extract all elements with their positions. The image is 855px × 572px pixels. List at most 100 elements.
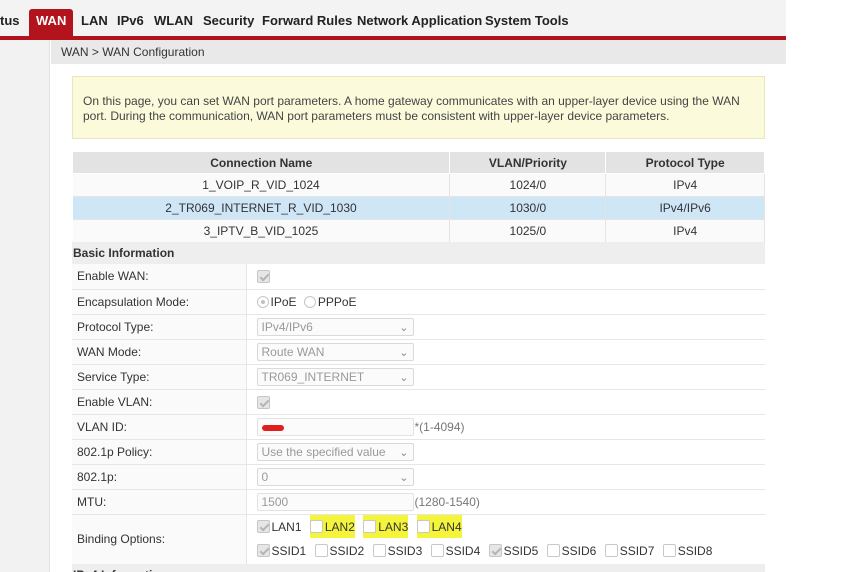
ssid1-option[interactable]: SSID1	[256, 539, 307, 562]
ssid8-label: SSID8	[677, 543, 713, 558]
breadcrumb: WAN > WAN Configuration	[51, 40, 786, 64]
cell-vlan-priority: 1024/0	[449, 173, 607, 197]
wan-mode-label: WAN Mode:	[72, 339, 247, 365]
chevron-down-icon: ⌄	[399, 446, 409, 459]
form-row-service-type: Service Type: TR069_INTERNET ⌄	[72, 364, 765, 390]
vlan-id-label: VLAN ID:	[72, 414, 247, 440]
table-row[interactable]: 1_VOIP_R_VID_1024 1024/0 IPv4	[72, 173, 765, 197]
nav-lan[interactable]: LAN	[81, 13, 108, 28]
lan2-label: LAN2	[324, 519, 355, 534]
right-blank-area	[786, 0, 855, 572]
wan-mode-select[interactable]: Route WAN ⌄	[256, 342, 414, 361]
lan1-option[interactable]: LAN1	[256, 515, 302, 538]
ssid3-label: SSID3	[387, 543, 423, 558]
left-sidebar	[0, 40, 50, 572]
8021p-select[interactable]: 0 ⌄	[256, 467, 414, 486]
cell-connection-name: 2_TR069_INTERNET_R_VID_1030	[72, 196, 451, 220]
ssid7-checkbox[interactable]	[604, 544, 618, 558]
info-box: On this page, you can set WAN port param…	[72, 76, 765, 139]
ssid5-checkbox[interactable]	[488, 544, 502, 558]
service-type-value: TR069_INTERNET	[261, 369, 365, 384]
mtu-input[interactable]: 1500	[256, 492, 414, 511]
vlan-id-hint: *(1-4094)	[414, 419, 465, 434]
nav-wan[interactable]: WAN	[29, 9, 74, 40]
ssid6-option[interactable]: SSID6	[546, 539, 597, 562]
ssid4-checkbox[interactable]	[430, 544, 444, 558]
basic-information-form: Enable WAN: Encapsulation Mode: IPoE PPP…	[72, 264, 765, 565]
header-vlan-priority: VLAN/Priority	[449, 151, 607, 174]
chevron-down-icon: ⌄	[399, 346, 409, 359]
lan4-label: LAN4	[431, 519, 462, 534]
ipoe-label: IPoE	[270, 294, 297, 309]
ssid8-checkbox[interactable]	[662, 544, 676, 558]
protocol-type-select[interactable]: IPv4/IPv6 ⌄	[256, 317, 414, 336]
lan3-label: LAN3	[378, 519, 409, 534]
cell-vlan-priority: 1030/0	[449, 196, 607, 220]
form-row-protocol-type: Protocol Type: IPv4/IPv6 ⌄	[72, 314, 765, 340]
nav-status[interactable]: tus	[0, 13, 20, 28]
chevron-down-icon: ⌄	[399, 371, 409, 384]
lan1-checkbox[interactable]	[256, 520, 270, 534]
ssid2-checkbox[interactable]	[314, 544, 328, 558]
connection-table: Connection Name VLAN/Priority Protocol T…	[71, 151, 765, 243]
nav-wlan[interactable]: WLAN	[154, 13, 193, 28]
enable-wan-label: Enable WAN:	[72, 264, 247, 290]
nav-network-application[interactable]: Network Application	[357, 13, 482, 28]
enable-vlan-label: Enable VLAN:	[72, 389, 247, 415]
ssid4-option[interactable]: SSID4	[430, 539, 481, 562]
table-header-row: Connection Name VLAN/Priority Protocol T…	[71, 151, 765, 174]
top-nav: tus WAN LAN IPv6 WLAN Security Forward R…	[0, 0, 786, 40]
form-row-encapsulation: Encapsulation Mode: IPoE PPPoE	[72, 289, 765, 315]
ssid3-option[interactable]: SSID3	[372, 539, 423, 562]
ssid7-option[interactable]: SSID7	[604, 539, 655, 562]
table-row[interactable]: 3_IPTV_B_VID_1025 1025/0 IPv4	[72, 219, 765, 243]
enable-vlan-checkbox[interactable]	[256, 395, 270, 409]
service-type-select[interactable]: TR069_INTERNET ⌄	[256, 367, 414, 386]
basic-information-title: Basic Information	[72, 242, 765, 264]
header-connection-name: Connection Name	[71, 151, 451, 174]
lan2-option[interactable]: LAN2	[309, 515, 355, 538]
protocol-type-value: IPv4/IPv6	[261, 319, 313, 334]
nav-security[interactable]: Security	[203, 13, 254, 28]
lan3-checkbox[interactable]	[363, 520, 377, 534]
enable-wan-checkbox[interactable]	[256, 270, 270, 284]
cell-vlan-priority: 1025/0	[449, 219, 607, 243]
ssid3-checkbox[interactable]	[372, 544, 386, 558]
ssid8-option[interactable]: SSID8	[662, 539, 713, 562]
nav-system-tools[interactable]: System Tools	[485, 13, 569, 28]
nav-forward-rules[interactable]: Forward Rules	[262, 13, 352, 28]
ssid1-checkbox[interactable]	[256, 544, 270, 558]
cell-connection-name: 3_IPTV_B_VID_1025	[72, 219, 451, 243]
form-row-enable-vlan: Enable VLAN:	[72, 389, 765, 415]
protocol-type-label: Protocol Type:	[72, 314, 247, 340]
cell-protocol-type: IPv4	[605, 173, 765, 197]
vlan-id-input[interactable]	[256, 417, 414, 436]
ipoe-radio[interactable]	[256, 295, 269, 308]
lan1-label: LAN1	[271, 519, 302, 534]
table-row-selected[interactable]: 2_TR069_INTERNET_R_VID_1030 1030/0 IPv4/…	[72, 196, 765, 220]
wan-mode-value: Route WAN	[261, 344, 325, 359]
lan3-option[interactable]: LAN3	[363, 515, 409, 538]
form-row-vlan-id: VLAN ID: *(1-4094)	[72, 414, 765, 440]
lan4-checkbox[interactable]	[416, 520, 430, 534]
mtu-hint: (1280-1540)	[414, 494, 480, 509]
ssid6-checkbox[interactable]	[546, 544, 560, 558]
form-row-8021p: 802.1p: 0 ⌄	[72, 464, 765, 490]
lan2-checkbox[interactable]	[309, 520, 323, 534]
service-type-label: Service Type:	[72, 364, 247, 390]
ssid6-label: SSID6	[561, 543, 597, 558]
ssid2-option[interactable]: SSID2	[314, 539, 364, 562]
ipv4-information-title: IPv4 Information	[72, 564, 765, 572]
form-row-enable-wan: Enable WAN:	[72, 264, 765, 290]
8021p-label: 802.1p:	[72, 464, 247, 490]
ssid1-label: SSID1	[271, 543, 307, 558]
8021p-policy-select[interactable]: Use the specified value ⌄	[256, 442, 414, 461]
nav-ipv6[interactable]: IPv6	[117, 13, 144, 28]
cell-protocol-type: IPv4/IPv6	[605, 196, 765, 220]
pppoe-radio[interactable]	[303, 295, 316, 308]
ssid4-label: SSID4	[445, 543, 481, 558]
ssid7-label: SSID7	[619, 543, 655, 558]
lan4-option[interactable]: LAN4	[416, 515, 462, 538]
binding-options-label: Binding Options:	[72, 514, 247, 565]
ssid5-option[interactable]: SSID5	[488, 539, 538, 562]
